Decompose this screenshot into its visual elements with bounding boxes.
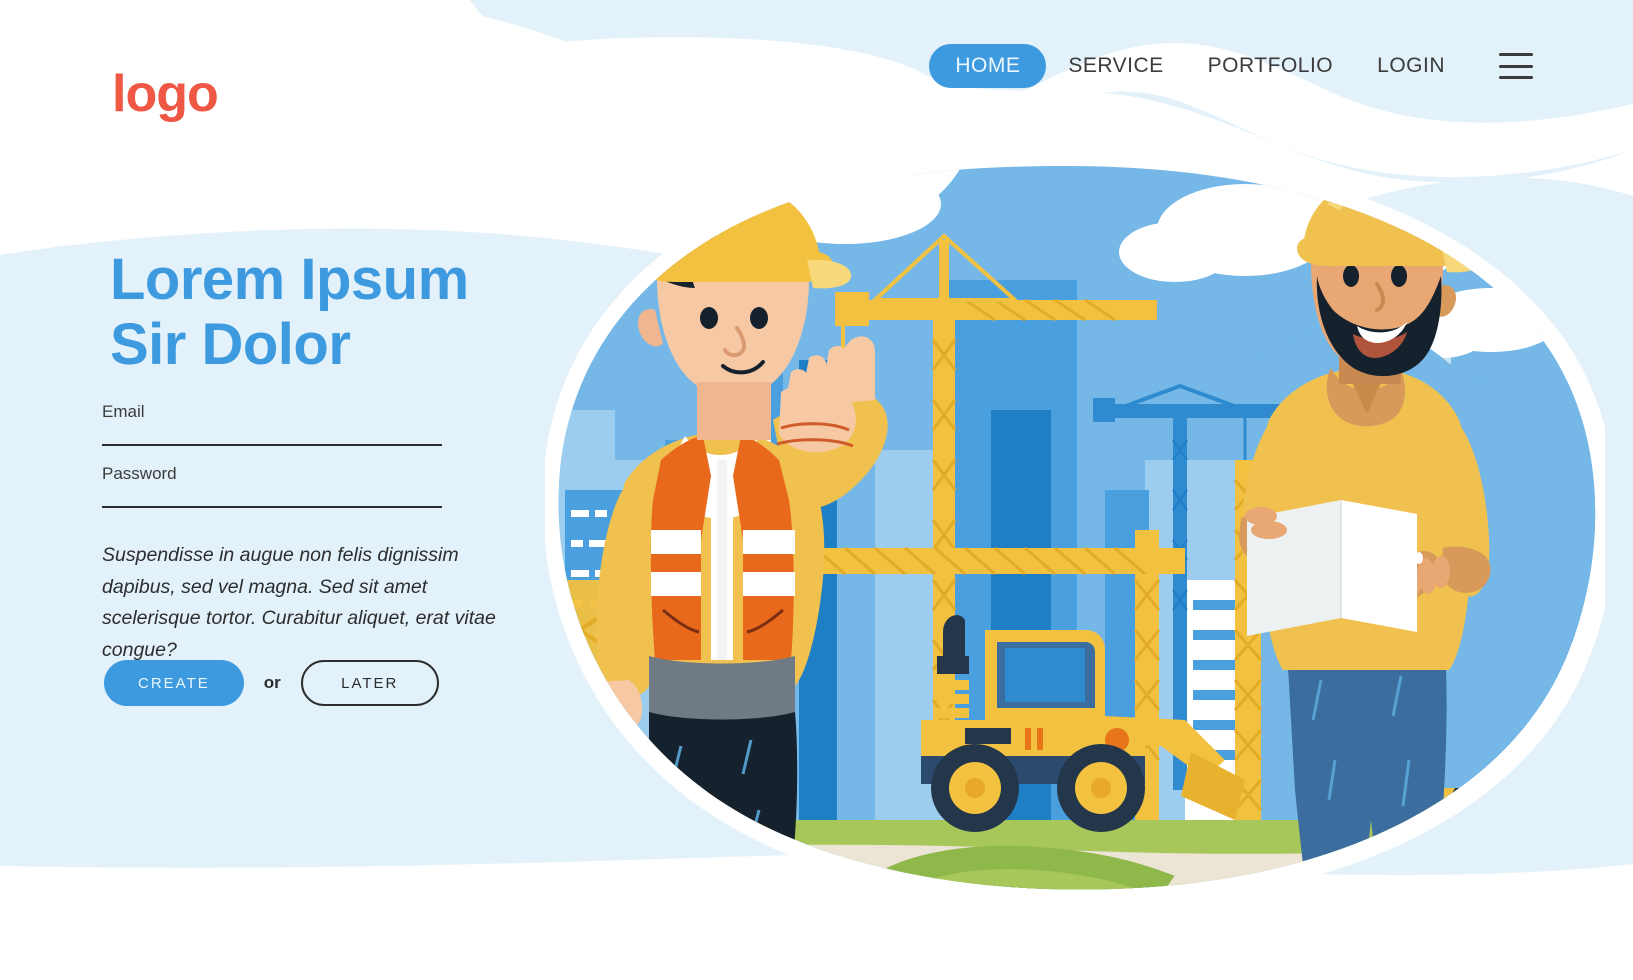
landing-page: logo HOME SERVICE PORTFOLIO LOGIN Lorem … (0, 0, 1633, 980)
construction-site-illustration (545, 160, 1605, 920)
headline-line-2: Sir Dolor (110, 311, 351, 377)
email-field-label: Email (102, 402, 145, 421)
hamburger-menu-icon[interactable] (1499, 53, 1533, 79)
hamburger-line (1499, 76, 1533, 79)
password-field-group: Password (102, 464, 442, 508)
hamburger-line (1499, 64, 1533, 68)
nav-item-home[interactable]: HOME (929, 44, 1047, 88)
hero-actions: CREATE or LATER (104, 660, 439, 706)
brand-logo[interactable]: logo (112, 68, 219, 120)
nav-item-login[interactable]: LOGIN (1355, 44, 1467, 88)
create-button[interactable]: CREATE (104, 660, 244, 706)
worker-boots (641, 902, 801, 920)
hero-paragraph: Suspendisse in augue non felis dignissim… (102, 544, 496, 661)
password-input[interactable] (102, 506, 442, 508)
later-button[interactable]: LATER (300, 660, 439, 706)
nav-item-service[interactable]: SERVICE (1046, 44, 1185, 88)
headline-line-1: Lorem Ipsum (110, 247, 469, 312)
password-field-label: Password (102, 464, 177, 483)
site-header: logo HOME SERVICE PORTFOLIO LOGIN (0, 0, 1633, 130)
actions-separator: or (263, 673, 281, 692)
hero-content: Lorem Ipsum Sir Dolor Email Password Sus… (0, 0, 640, 980)
hamburger-line (1499, 53, 1533, 56)
email-field-group: Email (102, 402, 442, 446)
nav-item-portfolio[interactable]: PORTFOLIO (1186, 44, 1355, 88)
page-title: Lorem Ipsum Sir Dolor (110, 247, 540, 378)
email-input[interactable] (102, 444, 442, 446)
main-navigation: HOME SERVICE PORTFOLIO LOGIN (929, 44, 1533, 88)
